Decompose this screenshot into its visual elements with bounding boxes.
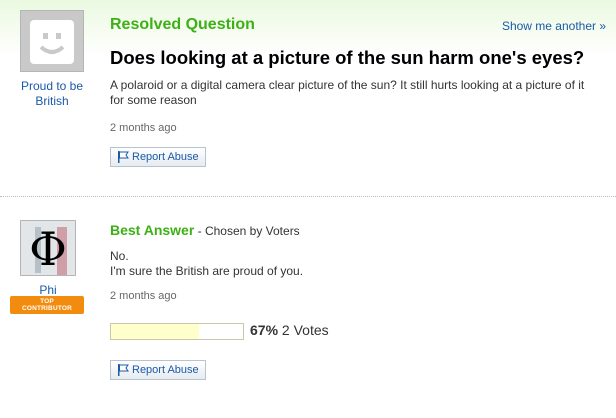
answerer-name-link[interactable]: Phi <box>20 283 76 297</box>
answerer-avatar[interactable]: Φ <box>20 220 76 276</box>
vote-percent: 67% <box>250 322 279 338</box>
show-another-link[interactable]: Show me another » <box>502 19 606 33</box>
asker-avatar[interactable] <box>20 10 84 72</box>
answer-body: No. I'm sure the British are proud of yo… <box>110 249 303 279</box>
best-answer-heading: Best Answer - Chosen by Voters <box>110 222 300 238</box>
badge-line-contributor: CONTRIBUTOR <box>21 305 73 312</box>
chosen-by-label: - Chosen by Voters <box>194 224 300 238</box>
vote-progress-fill <box>111 324 200 339</box>
resolved-question-heading: Resolved Question <box>110 16 255 33</box>
answer-line: No. <box>110 249 129 263</box>
flag-icon <box>118 364 129 376</box>
vote-summary: 67% 2 Votes <box>250 322 329 338</box>
phi-avatar-image: Φ <box>21 221 75 275</box>
question-title: Does looking at a picture of the sun har… <box>110 47 585 68</box>
answer-timestamp: 2 months ago <box>110 290 177 302</box>
badge-line-top: TOP <box>40 298 54 305</box>
report-abuse-button[interactable]: Report Abuse <box>110 360 206 380</box>
question-body: A polaroid or a digital camera clear pic… <box>110 78 585 107</box>
flag-icon <box>118 151 129 163</box>
asker-name-link[interactable]: Proud to be British <box>6 79 98 109</box>
question-section: Proud to be British Resolved Question Sh… <box>0 0 616 196</box>
report-abuse-button[interactable]: Report Abuse <box>110 147 206 167</box>
best-answer-label: Best Answer <box>110 222 195 238</box>
report-abuse-label: Report Abuse <box>132 151 199 163</box>
section-divider <box>0 196 616 198</box>
answer-line: I'm sure the British are proud of you. <box>110 264 304 278</box>
svg-text:Φ: Φ <box>29 222 67 275</box>
vote-progress-bar <box>110 323 244 340</box>
report-abuse-label: Report Abuse <box>132 364 199 376</box>
default-avatar-icon <box>30 20 74 64</box>
top-contributor-badge: TOP CONTRIBUTOR <box>10 296 84 314</box>
question-timestamp: 2 months ago <box>110 122 177 134</box>
vote-count: 2 Votes <box>281 322 329 338</box>
